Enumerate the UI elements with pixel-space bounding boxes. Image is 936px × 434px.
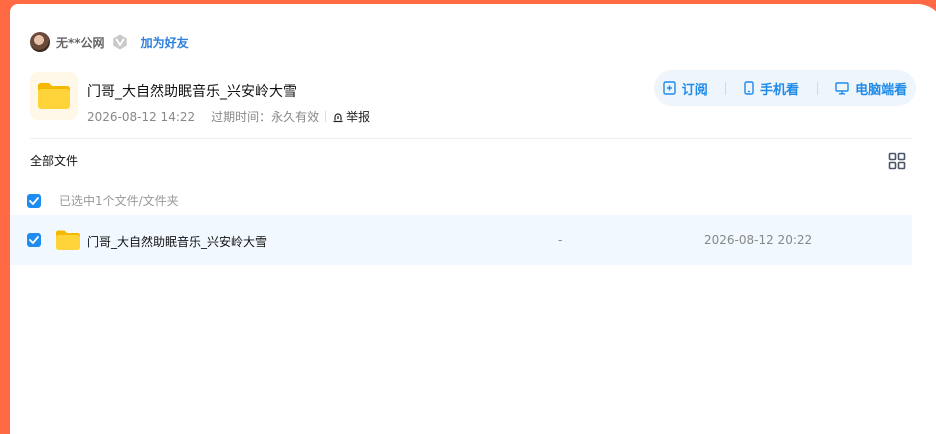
- mobile-view-label: 手机看: [759, 82, 799, 98]
- phone-icon: [744, 81, 754, 95]
- file-size: -: [558, 233, 563, 247]
- share-page-card: 无**公网 加为好友 门哥_大自然助眠音乐_兴安岭大雪 2026-08-12 1…: [10, 4, 936, 434]
- report-label: 举报: [346, 110, 371, 124]
- share-title: 门哥_大自然助眠音乐_兴安岭大雪: [87, 84, 297, 100]
- action-divider: [816, 81, 818, 95]
- report-button[interactable]: 举报: [332, 108, 370, 125]
- table-row[interactable]: 门哥_大自然助眠音乐_兴安岭大雪 - 2026-08-12 20:22: [10, 215, 912, 265]
- selection-count: 已选中1个文件/文件夹: [59, 194, 179, 208]
- check-icon: [29, 196, 39, 205]
- created-time: 2026-08-12 14:22: [87, 109, 196, 124]
- folder-icon: [56, 230, 80, 250]
- file-name[interactable]: 门哥_大自然助眠音乐_兴安岭大雪: [87, 233, 267, 250]
- check-icon: [29, 236, 39, 244]
- report-icon: [333, 112, 343, 122]
- avatar[interactable]: [30, 32, 50, 52]
- add-friend-button[interactable]: 加为好友: [141, 34, 189, 51]
- monitor-icon: [835, 81, 849, 94]
- file-date: 2026-08-12 20:22: [704, 233, 813, 247]
- expiry-value: 永久有效: [271, 110, 320, 124]
- action-divider: [725, 81, 727, 95]
- subscribe-icon: [663, 81, 676, 95]
- sharer-name[interactable]: 无**公网: [56, 34, 105, 51]
- folder-icon: [30, 72, 78, 120]
- divider: [325, 111, 327, 122]
- breadcrumb-all-files[interactable]: 全部文件: [30, 152, 78, 169]
- divider: [30, 138, 912, 139]
- select-all-checkbox[interactable]: [27, 193, 41, 208]
- share-meta: 2026-08-12 14:22 过期时间： 永久有效 举报: [87, 108, 370, 125]
- expiry-label: 过期时间：: [211, 110, 272, 124]
- diamond-vip-icon: [112, 34, 127, 50]
- grid-view-icon[interactable]: [888, 152, 906, 170]
- action-bar: 订阅 手机看 电脑端看: [654, 70, 916, 106]
- desktop-view-button[interactable]: 电脑端看: [835, 79, 907, 98]
- mobile-view-button[interactable]: 手机看: [744, 79, 799, 98]
- sharer-info: 无**公网 加为好友: [30, 31, 189, 53]
- desktop-view-label: 电脑端看: [855, 82, 908, 98]
- subscribe-button[interactable]: 订阅: [663, 79, 708, 98]
- subscribe-label: 订阅: [681, 82, 708, 98]
- select-all-row: 已选中1个文件/文件夹: [27, 192, 179, 209]
- row-checkbox[interactable]: [27, 233, 41, 247]
